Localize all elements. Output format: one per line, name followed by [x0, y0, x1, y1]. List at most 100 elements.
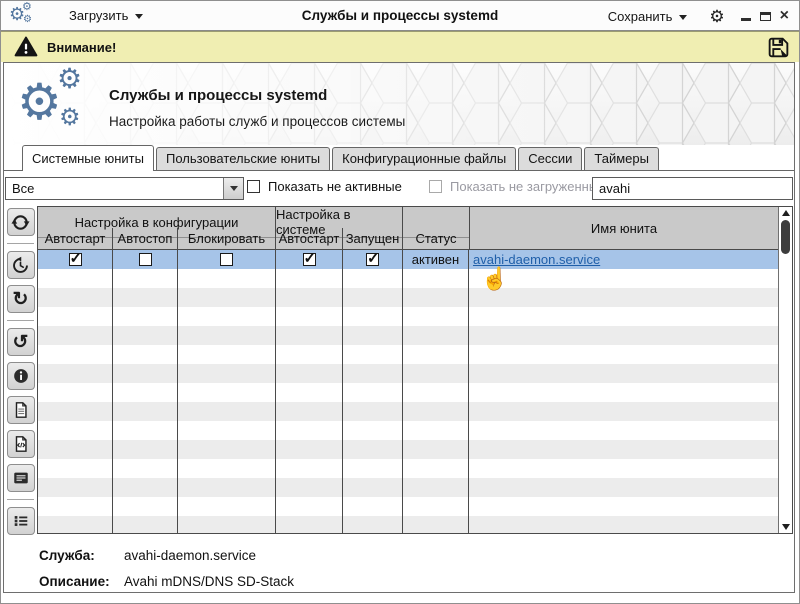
column-header-running[interactable]: Запущен	[343, 228, 403, 249]
document-icon	[15, 402, 27, 418]
description-label: Описание:	[39, 574, 110, 589]
tab-2[interactable]: Конфигурационные файлы	[332, 147, 517, 170]
save-menu-button[interactable]: Сохранить	[602, 8, 694, 25]
undo-icon: ↺	[12, 331, 29, 353]
toolbar-separator	[7, 320, 34, 321]
info-button[interactable]	[6, 362, 35, 390]
redo-button[interactable]: ↻	[6, 285, 35, 313]
status-cell	[403, 364, 469, 383]
load-menu-button[interactable]: Загрузить	[63, 7, 149, 24]
cursor-hand-icon: ☝	[481, 266, 509, 291]
unit-name-cell	[469, 459, 778, 478]
info-icon	[13, 369, 28, 383]
status-cell	[403, 307, 469, 326]
status-cell	[403, 459, 469, 478]
source-button[interactable]	[6, 430, 35, 458]
module-logo: ⚙ ⚙ ⚙	[17, 65, 103, 141]
tab-0[interactable]: Системные юниты	[22, 145, 154, 171]
column-header-unit-name[interactable]: Имя юнита	[469, 207, 778, 249]
autostart-config-checkbox[interactable]	[68, 250, 82, 267]
maximize-button[interactable]	[759, 11, 771, 21]
unit-name-cell	[469, 383, 778, 402]
gear-icon: ⚙	[57, 63, 83, 94]
show-inactive-checkbox[interactable]: Показать не активные	[247, 179, 402, 194]
table-row	[38, 383, 778, 402]
app-window: ⚙ ⚙ ⚙ Загрузить Службы и процессы system…	[0, 0, 800, 604]
running-checkbox[interactable]	[366, 250, 380, 267]
scroll-up-button[interactable]	[779, 207, 792, 219]
unit-name-cell	[469, 364, 778, 383]
table-row	[38, 307, 778, 326]
autostop-config-checkbox[interactable]	[138, 253, 152, 266]
minimize-button[interactable]	[740, 18, 751, 21]
column-header-autostart-config[interactable]: Автостарт	[38, 228, 113, 249]
column-header-autostart-system[interactable]: Автостарт	[276, 228, 343, 249]
block-config-checkbox[interactable]	[220, 253, 233, 266]
description-value: Avahi mDNS/DNS SD-Stack	[124, 574, 295, 589]
refresh-button[interactable]	[6, 208, 35, 236]
settings-gear-icon[interactable]: ⚙	[709, 8, 724, 25]
redo-icon: ↻	[12, 288, 29, 310]
status-cell: активен	[403, 250, 469, 269]
table-row	[38, 440, 778, 459]
unit-name-cell	[469, 307, 778, 326]
table-row	[38, 364, 778, 383]
unit-name-link[interactable]: avahi-daemon.service	[473, 252, 600, 267]
checkbox-label: Показать не активные	[268, 179, 402, 194]
toolbar-separator	[7, 243, 34, 244]
console-icon	[13, 472, 28, 484]
combobox-dropdown-button[interactable]	[223, 178, 243, 199]
warning-label: Внимание!	[47, 39, 117, 55]
unit-name-cell	[469, 516, 778, 533]
status-cell	[403, 326, 469, 345]
load-menu-label: Загрузить	[69, 8, 129, 23]
document-button[interactable]	[6, 396, 35, 424]
save-floppy-icon[interactable]	[766, 35, 791, 60]
unit-name-cell	[469, 497, 778, 516]
tab-4[interactable]: Таймеры	[584, 147, 659, 170]
table-body: активен avahi-daemon.service	[38, 250, 778, 533]
unit-name-cell	[469, 326, 778, 345]
chevron-down-icon	[229, 186, 238, 191]
column-header-autostop-config[interactable]: Автостоп	[113, 228, 178, 249]
tab-3[interactable]: Сессии	[518, 147, 583, 170]
table-row	[38, 497, 778, 516]
source-icon	[15, 436, 27, 452]
content-frame: ⚙ ⚙ ⚙ Службы и процессы systemd Настройк…	[3, 62, 795, 593]
table-row	[38, 345, 778, 364]
table-row	[38, 516, 778, 533]
undo-button[interactable]: ↺	[6, 328, 35, 356]
status-cell	[403, 288, 469, 307]
description-detail-row: Описание: Avahi mDNS/DNS SD-Stack	[39, 574, 294, 589]
scrollbar-thumb[interactable]	[781, 220, 790, 254]
list-button[interactable]	[6, 507, 35, 535]
autostart-system-checkbox[interactable]	[302, 250, 316, 267]
gear-icon: ⚙	[23, 13, 32, 25]
gear-icon: ⚙	[17, 74, 62, 130]
combobox-value: Все	[12, 181, 35, 196]
tab-1[interactable]: Пользовательские юниты	[155, 147, 331, 170]
history-icon	[13, 256, 28, 273]
unit-name-cell	[469, 421, 778, 440]
history-button[interactable]	[6, 251, 35, 279]
scroll-down-button[interactable]	[779, 521, 792, 533]
checkbox-box[interactable]	[247, 180, 260, 193]
warning-bar: Внимание!	[1, 31, 799, 62]
close-button[interactable]: ×	[780, 8, 789, 24]
unit-name-cell	[469, 288, 778, 307]
column-header-block-config[interactable]: Блокировать	[178, 228, 276, 249]
table-row[interactable]: активен avahi-daemon.service	[38, 250, 778, 269]
unit-name-cell	[469, 269, 778, 288]
service-label: Служба:	[39, 548, 95, 563]
vertical-scrollbar[interactable]	[778, 207, 792, 533]
chevron-down-icon	[135, 14, 144, 19]
module-subtitle: Настройка работы служб и процессов систе…	[109, 114, 406, 129]
table-row	[38, 402, 778, 421]
unit-filter-combobox[interactable]: Все	[5, 177, 244, 200]
checkbox-label: Показать не загруженные	[450, 179, 606, 194]
search-input[interactable]	[592, 177, 793, 200]
toolbar-separator	[7, 499, 34, 500]
console-button[interactable]	[6, 464, 35, 492]
column-header-status[interactable]: Статус	[403, 228, 469, 249]
unit-name-cell	[469, 478, 778, 497]
